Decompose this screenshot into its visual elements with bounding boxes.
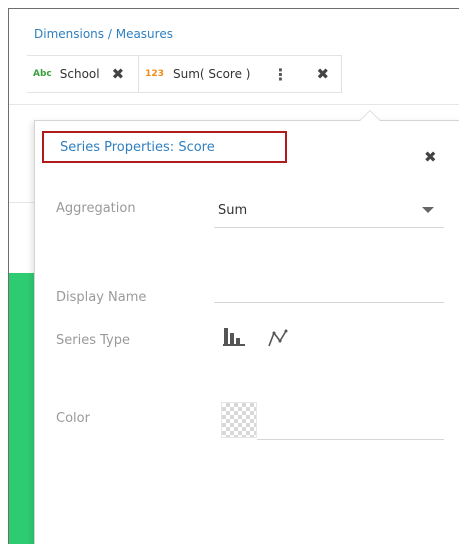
dimension-type-badge: Abc — [33, 69, 52, 79]
field-pills: Abc School ✖ 123 Sum( Score ) ⋮ ✖ — [27, 55, 343, 93]
remove-measure-close-icon[interactable]: ✖ — [316, 65, 329, 83]
measure-type-badge: 123 — [145, 69, 164, 79]
series-properties-panel: Series Properties: Score ✖ Aggregation S… — [34, 110, 459, 544]
display-name-input[interactable] — [214, 273, 444, 303]
series-type-label: Series Type — [56, 333, 130, 348]
chart-bar — [9, 273, 34, 544]
color-label: Color — [56, 411, 90, 426]
color-underline — [257, 439, 444, 440]
dimensions-measures-title: Dimensions / Measures — [34, 27, 173, 41]
panel-notch-fill — [360, 111, 380, 121]
display-name-label: Display Name — [56, 290, 147, 305]
aggregation-select[interactable]: Sum — [214, 194, 444, 228]
measure-options-kebab-icon[interactable]: ⋮ — [272, 65, 288, 84]
aggregation-label: Aggregation — [56, 201, 136, 216]
color-picker-swatch[interactable] — [221, 402, 257, 438]
bar-chart-icon[interactable] — [223, 328, 245, 346]
dimension-pill-school[interactable]: Abc School ✖ — [27, 56, 138, 92]
caret-down-icon — [422, 207, 434, 213]
line-chart-icon[interactable] — [267, 328, 291, 348]
dimension-pill-label: School — [59, 67, 100, 81]
close-panel-close-icon[interactable]: ✖ — [424, 148, 437, 166]
series-properties-title-highlight: Series Properties: Score — [42, 131, 287, 163]
series-properties-title: Series Properties: Score — [60, 139, 215, 155]
measure-pill-label: Sum( Score ) — [172, 67, 251, 81]
aggregation-value: Sum — [218, 203, 248, 218]
chart-editor: Dimensions / Measures Abc School ✖ 123 S… — [8, 8, 459, 544]
divider — [9, 104, 459, 105]
measure-pill-score[interactable]: 123 Sum( Score ) ⋮ ✖ — [138, 56, 343, 92]
remove-dimension-close-icon[interactable]: ✖ — [112, 65, 125, 83]
